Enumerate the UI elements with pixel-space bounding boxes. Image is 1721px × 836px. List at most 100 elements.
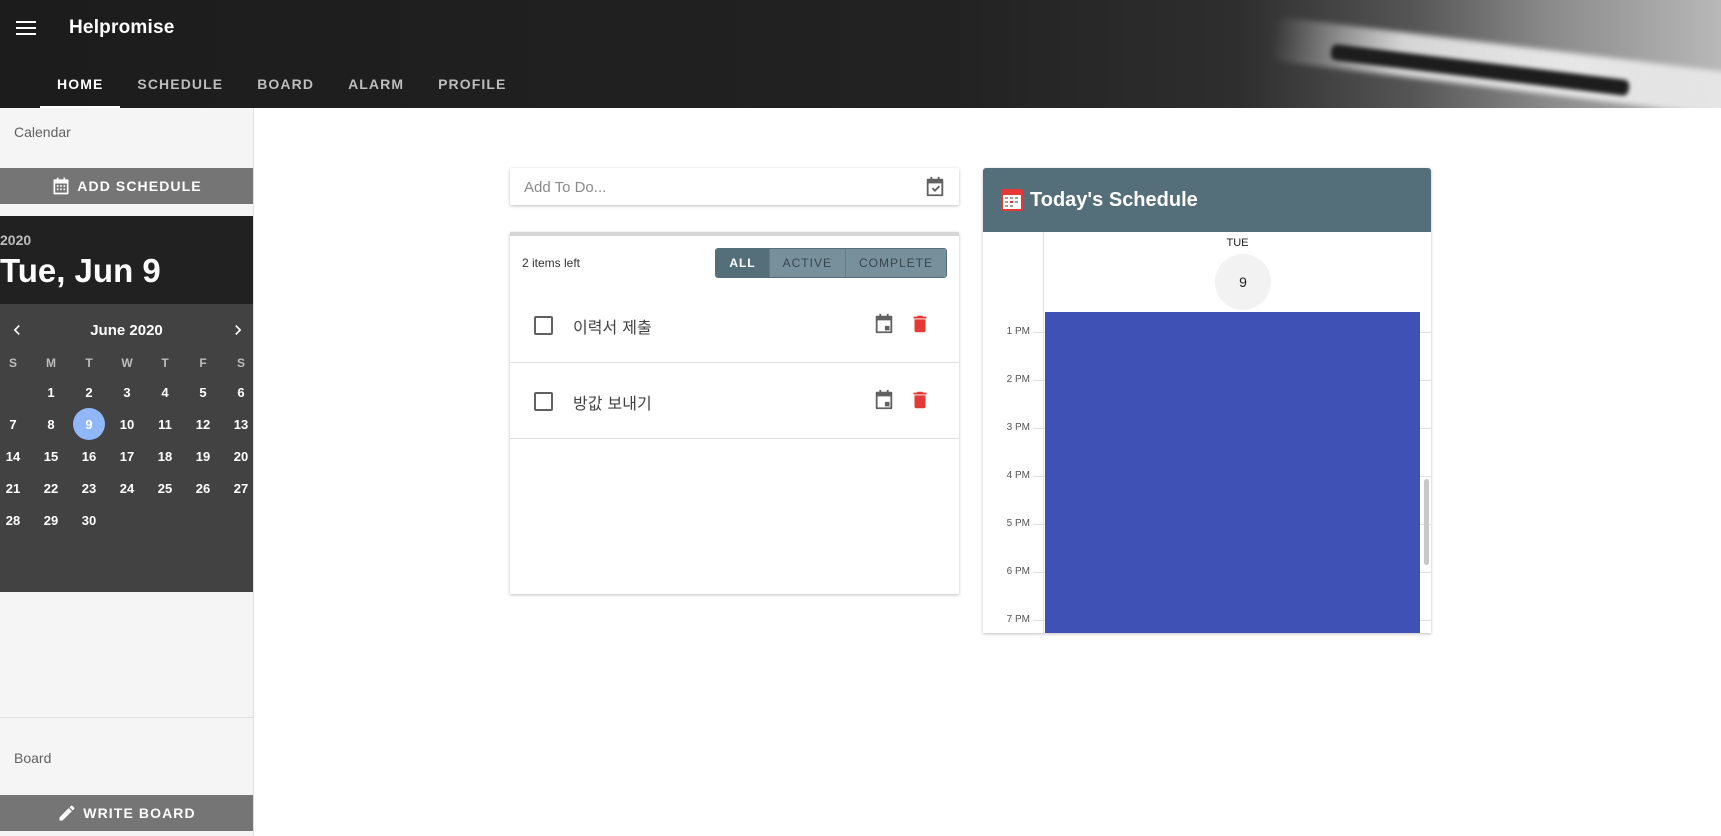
month-label: June 2020 (90, 322, 163, 339)
schedule-scrollbar[interactable] (1424, 312, 1429, 633)
scrollbar-thumb[interactable] (1424, 479, 1429, 565)
event-calendar-icon[interactable] (873, 388, 895, 412)
day-cell[interactable]: 25 (146, 472, 184, 504)
tab-schedule[interactable]: SCHEDULE (120, 62, 240, 108)
app-title: Helpromise (69, 17, 175, 38)
day-cell[interactable]: 24 (108, 472, 146, 504)
day-cell[interactable]: 2 (70, 376, 108, 408)
day-number: 1 (47, 384, 55, 400)
day-cell[interactable]: 12 (184, 408, 222, 440)
calendar-check-icon[interactable] (924, 176, 946, 198)
schedule-event[interactable] (1045, 312, 1420, 633)
todo-item-text: 이력서 제출 (573, 318, 652, 337)
day-cell[interactable]: 8 (32, 408, 70, 440)
todo-checkbox[interactable] (534, 392, 553, 411)
day-cell[interactable]: 22 (32, 472, 70, 504)
day-number: 30 (81, 512, 97, 528)
add-todo-card (510, 168, 959, 207)
weekday-label: W (121, 356, 133, 370)
date-picker: June 2020 SMTWTFS 1 2 3 4 5 6 7 8 9 10 11 12 13 14 15 1… (0, 304, 253, 592)
hour-label: 4 PM (1006, 470, 1030, 481)
day-cell[interactable]: 10 (108, 408, 146, 440)
day-cell[interactable]: 17 (108, 440, 146, 472)
day-number: 26 (195, 480, 211, 496)
day-cell[interactable]: 14 (0, 440, 32, 472)
day-cell[interactable]: 20 (222, 440, 260, 472)
day-number: 8 (47, 416, 55, 432)
day-cell[interactable]: 26 (184, 472, 222, 504)
day-cell[interactable]: 4 (146, 376, 184, 408)
day-cell[interactable]: 28 (0, 504, 32, 536)
selected-day[interactable]: 9 (70, 408, 108, 440)
day-number: 18 (157, 448, 173, 464)
day-of-week-label: TUE (1226, 237, 1249, 249)
day-number: 27 (233, 480, 249, 496)
tab-profile[interactable]: PROFILE (421, 62, 523, 108)
day-number: 21 (5, 480, 21, 496)
day-number: 10 (119, 416, 135, 432)
todo-item: 이력서 제출 (510, 286, 959, 363)
weekday-label: S (236, 356, 245, 370)
trash-icon[interactable] (909, 312, 931, 336)
todo-item: 방값 보내기 (510, 362, 959, 439)
day-number: 20 (233, 448, 249, 464)
todo-item-text: 방값 보내기 (573, 394, 652, 413)
day-number: 2 (85, 384, 93, 400)
day-cell[interactable]: 7 (0, 408, 32, 440)
day-cell[interactable]: 11 (146, 408, 184, 440)
write-board-button[interactable]: WRITE BOARD (0, 795, 253, 831)
day-number: 22 (43, 480, 59, 496)
day-cell[interactable]: 21 (0, 472, 32, 504)
day-number: 25 (157, 480, 173, 496)
day-number: 11 (158, 416, 172, 432)
day-number: 4 (161, 384, 169, 400)
sidebar-divider (0, 717, 253, 718)
calendar-app-icon (1001, 189, 1023, 211)
filter-all-button[interactable]: ALL (716, 249, 769, 277)
day-cell[interactable]: 16 (70, 440, 108, 472)
day-number: 7 (9, 416, 17, 432)
todo-filter-group: ALL ACTIVE COMPLETE (715, 248, 947, 278)
tab-home[interactable]: HOME (40, 62, 121, 108)
filter-complete-button[interactable]: COMPLETE (844, 249, 946, 277)
day-cell[interactable]: 30 (70, 504, 108, 536)
tab-alarm[interactable]: ALARM (331, 62, 421, 108)
day-cell[interactable]: 3 (108, 376, 146, 408)
day-cell[interactable]: 23 (70, 472, 108, 504)
day-number: 16 (81, 448, 97, 464)
day-cell[interactable]: 1 (32, 376, 70, 408)
day-cell[interactable]: 27 (222, 472, 260, 504)
day-number: 6 (237, 384, 245, 400)
trash-icon[interactable] (909, 388, 931, 412)
day-cell[interactable]: 6 (222, 376, 260, 408)
tab-board[interactable]: BOARD (240, 62, 331, 108)
hour-label: 7 PM (1006, 614, 1030, 625)
day-cell[interactable]: 19 (184, 440, 222, 472)
app-bar: Helpromise HOME SCHEDULE BOARD ALARM PRO… (0, 0, 1721, 108)
todo-checkbox[interactable] (534, 316, 553, 335)
add-todo-input[interactable] (522, 168, 916, 207)
day-cell[interactable]: 18 (146, 440, 184, 472)
board-section-label: Board (14, 750, 52, 766)
event-calendar-icon[interactable] (873, 312, 895, 336)
picker-year[interactable]: 2020 (0, 232, 31, 248)
hour-label: 3 PM (1006, 422, 1030, 433)
hour-label: 6 PM (1006, 566, 1030, 577)
schedule-header: Today's Schedule (983, 168, 1431, 232)
day-cell[interactable]: 13 (222, 408, 260, 440)
menu-icon[interactable] (14, 16, 38, 40)
calendar-section-label: Calendar (14, 124, 71, 140)
day-cell[interactable]: 29 (32, 504, 70, 536)
chevron-right-icon[interactable] (228, 320, 248, 340)
schedule-day-view: TUE 9 1 PM 2 PM 3 PM 4 PM 5 PM 6 PM 7 PM (983, 232, 1431, 633)
day-number: 9 (73, 408, 105, 440)
add-schedule-button[interactable]: ADD SCHEDULE (0, 168, 253, 204)
pencil-icon (59, 805, 75, 821)
day-cell[interactable]: 5 (184, 376, 222, 408)
day-number-button[interactable]: 9 (1215, 254, 1271, 310)
picker-selected-date: Tue, Jun 9 (0, 252, 161, 289)
day-number: 17 (119, 448, 135, 464)
day-cell[interactable]: 15 (32, 440, 70, 472)
hour-label: 1 PM (1006, 326, 1030, 337)
filter-active-button[interactable]: ACTIVE (768, 249, 845, 277)
